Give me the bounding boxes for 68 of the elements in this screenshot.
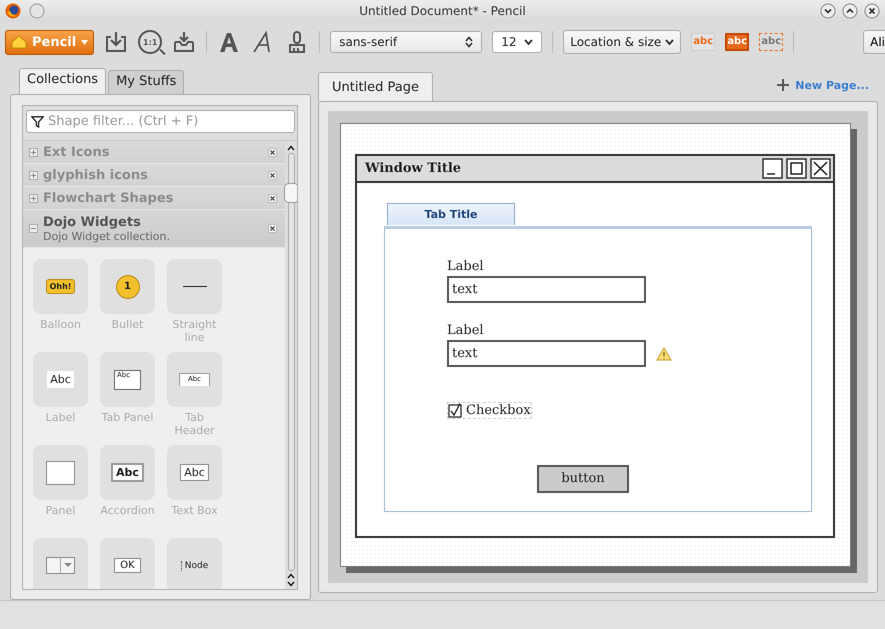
collection-name: Dojo Widgets [43,214,142,230]
balloon-preview: Ohh! [46,279,76,294]
caret-icon [81,40,88,44]
font-size-select[interactable]: 12 [492,31,542,53]
close-icon[interactable] [268,224,277,233]
close-icon[interactable] [268,194,277,202]
close-icon[interactable] [864,3,880,19]
shape-tile[interactable]: Node [167,538,222,589]
save-icon[interactable] [104,30,128,54]
chevron-down-icon [665,39,674,45]
shape-label: Label [44,411,76,424]
spinner-icon [465,36,474,48]
bullet-preview: 1 [116,274,140,298]
panel-preview [46,460,75,484]
scroll-up-icon[interactable] [287,145,295,151]
dropdown-preview [46,557,75,574]
mockup-checkbox-label: Checkbox [466,403,531,418]
sidebar-tab[interactable]: Collections [19,68,106,94]
minimize-icon[interactable] [820,3,836,19]
shape-label: Accordion [99,504,156,517]
shape-label: Tab Panel [100,411,154,424]
shape-label: Panel [44,504,76,517]
shape-tile[interactable]: Abc [33,352,88,407]
collection-name: Ext Icons [43,144,110,160]
collection-name: Flowchart Shapes [43,190,174,206]
accordion-preview: Abc [111,463,144,482]
mockup-label: Label [447,323,485,338]
page-tab[interactable]: Untitled Page [318,72,434,101]
shape-label: Straight line [172,318,218,344]
maximize-icon[interactable] [842,3,858,19]
shape-label: Bullet [110,318,144,331]
close-icon[interactable] [268,170,277,180]
shape-label: Balloon [39,318,82,331]
window-title: Untitled Document* - Pencil [359,4,526,18]
scroll-down-icon[interactable] [287,581,295,587]
close-icon[interactable] [268,148,277,156]
shape-tile[interactable] [167,259,222,314]
collection-header[interactable]: Dojo Widgets Dojo Widget collection. [23,210,285,248]
align-button[interactable]: Ali [863,30,885,54]
shape-label: Tab Header [173,411,216,437]
shape-tile[interactable]: Abc [167,445,222,500]
shape-tile[interactable]: Ohh! [33,259,88,314]
location-size-menu[interactable]: Location & size [563,30,682,54]
shape-tile[interactable]: 1 [100,259,155,314]
scroll-thumb[interactable] [284,183,297,203]
export-icon[interactable] [172,30,196,54]
node-preview: Node [180,560,208,570]
mockup-window-title: Window Title [365,161,462,176]
shape-tile[interactable]: Abc [100,445,155,500]
collection-description: Dojo Widget collection. [43,230,171,242]
shape-tile[interactable] [33,445,88,500]
mockup-label: Label [447,259,485,274]
plus-icon[interactable] [777,79,790,91]
browser-icon [5,3,21,19]
scroll-up-icon[interactable] [287,573,295,579]
collection-name: glyphish icons [43,168,149,182]
shape-tile[interactable]: OK [100,538,155,589]
text-box-preview: Abc [180,464,209,481]
label-preview: Abc [47,371,74,388]
sidebar-tab[interactable]: My Stuffs [108,70,184,94]
pencil-logo-icon [11,35,27,49]
line-preview [182,285,206,288]
font-family-select[interactable]: sans-serif [330,31,482,53]
shape-filter-field[interactable]: Shape filter... (Ctrl + F) [26,110,295,133]
button-preview: OK [114,558,141,573]
shape-tile[interactable] [33,538,88,589]
shape-label: Text Box [170,504,219,517]
chevron-down-icon [524,39,534,45]
